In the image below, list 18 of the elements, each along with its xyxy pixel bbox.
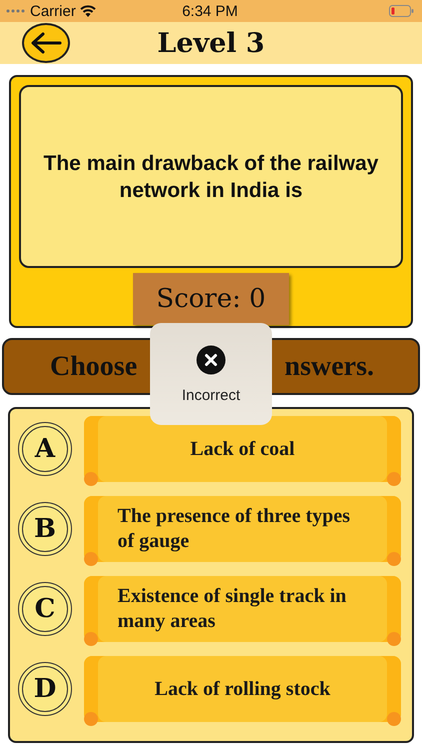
wifi-icon [80,5,96,17]
status-time: 6:34 PM [181,2,239,20]
option-letter: D [22,666,68,712]
close-icon [196,345,226,375]
carrier-name: Carrier [30,2,76,20]
toast-message: Incorrect [182,387,240,404]
battery-icon [389,5,414,17]
back-button[interactable] [22,23,70,63]
signal-icon [6,9,26,13]
score-label: Score: 0 [133,273,289,325]
option-letter: A [22,426,68,472]
level-title: Level 3 [157,28,265,58]
option-letter: C [22,586,68,632]
question-text: The main drawback of the railway network in India is [42,150,380,204]
option-letter: B [22,506,68,552]
back-arrow-icon [30,32,62,54]
banner-text-end: nswers. [284,350,374,382]
banner-text-start: Choose [50,350,138,382]
